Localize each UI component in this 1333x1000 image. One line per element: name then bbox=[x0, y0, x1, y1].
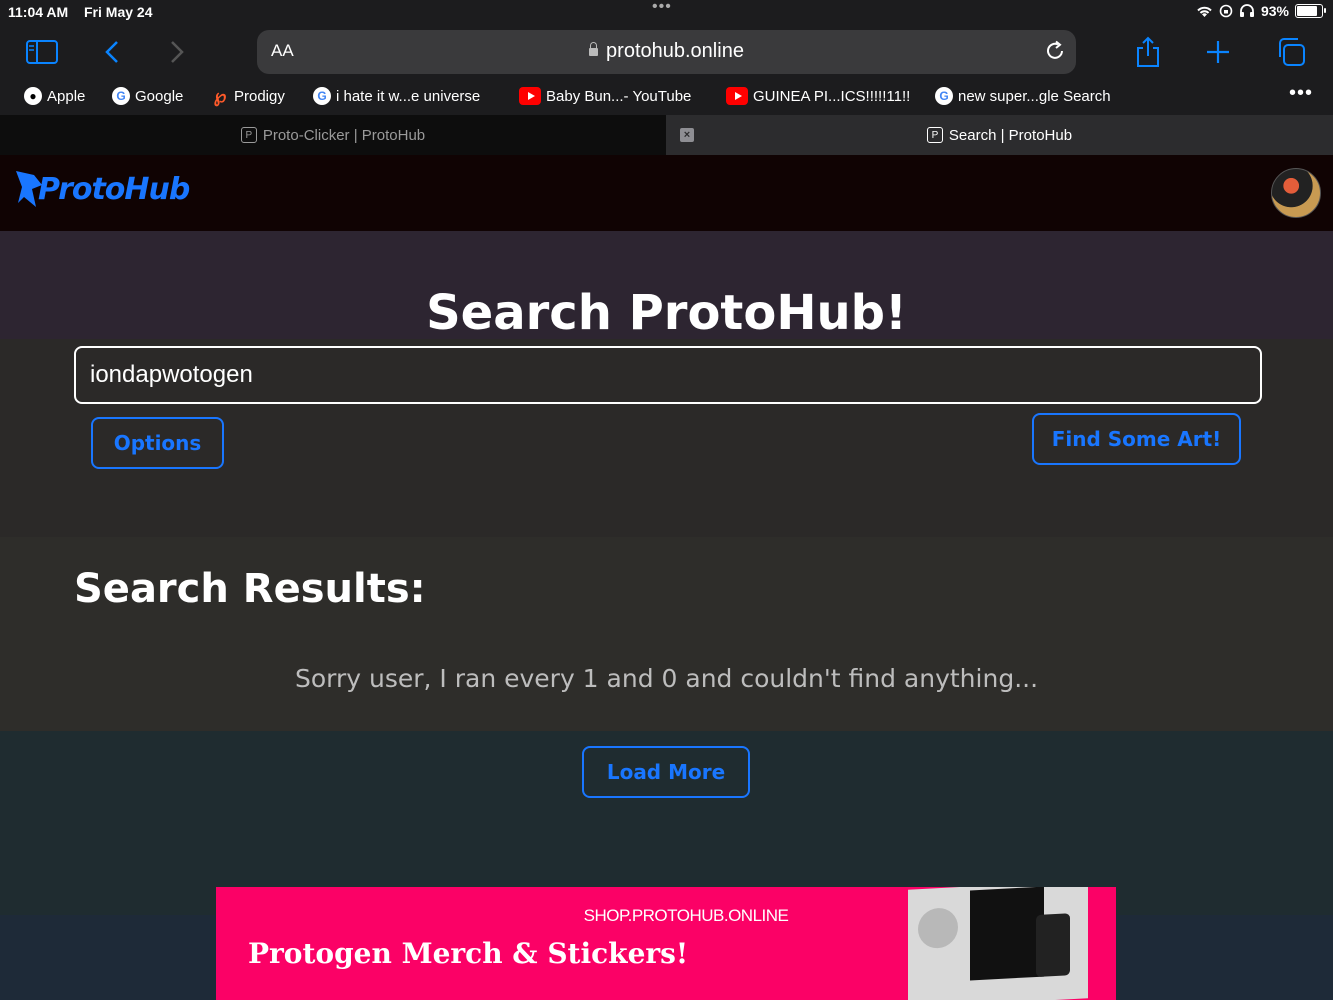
options-button[interactable]: Options bbox=[91, 417, 224, 469]
favorite-label: Baby Bun...- YouTube bbox=[546, 87, 692, 105]
url-text[interactable]: protohub.online bbox=[606, 40, 744, 62]
youtube-icon bbox=[726, 87, 748, 105]
orientation-lock-icon bbox=[1219, 4, 1233, 18]
favorites-bar: ● Apple G Google ℘ Prodigy Gi hate it w...e… bbox=[0, 80, 1333, 115]
status-bar: 11:04 AM Fri May 24 ••• 93% bbox=[0, 0, 1333, 26]
logo-text: ProtoHub bbox=[38, 171, 190, 207]
ad-product-photo bbox=[908, 887, 1088, 1000]
notebook-image bbox=[970, 887, 1044, 981]
google-icon: G bbox=[112, 87, 130, 105]
battery-icon bbox=[1295, 4, 1326, 18]
prodigy-icon: ℘ bbox=[213, 85, 227, 106]
apple-icon: ● bbox=[24, 87, 42, 105]
multitasking-icon[interactable]: ••• bbox=[652, 0, 672, 16]
favorite-new-super[interactable]: Gnew super...gle Search bbox=[935, 87, 1111, 105]
battery-percent: 93% bbox=[1260, 3, 1289, 19]
youtube-icon bbox=[519, 87, 541, 105]
favorite-label: i hate it w...e universe bbox=[336, 87, 481, 105]
favorite-label: Google bbox=[135, 87, 184, 105]
google-icon: G bbox=[935, 87, 953, 105]
more-icon[interactable]: ••• bbox=[1289, 82, 1313, 105]
favorite-label: Apple bbox=[47, 87, 86, 105]
tab-proto-clicker[interactable]: P Proto-Clicker | ProtoHub bbox=[0, 115, 666, 155]
tab-search[interactable]: P Search | ProtoHub bbox=[666, 115, 1333, 155]
no-results-message: Sorry user, I ran every 1 and 0 and coul… bbox=[294, 664, 1039, 693]
favorite-guinea-pics[interactable]: GUINEA PI...ICS!!!!!11!! bbox=[726, 87, 910, 105]
tab-label: Search | ProtoHub bbox=[948, 126, 1073, 144]
merch-ad-banner[interactable]: SHOP.PROTOHUB.ONLINE Protogen Merch & St… bbox=[216, 887, 1116, 1000]
site-logo[interactable]: ProtoHub bbox=[14, 167, 190, 211]
lock-icon bbox=[589, 42, 599, 56]
browser-toolbar: AA protohub.online bbox=[0, 26, 1333, 80]
google-icon: G bbox=[313, 87, 331, 105]
headphones-icon bbox=[1239, 4, 1254, 17]
favorite-google[interactable]: G Google bbox=[112, 87, 183, 105]
favorite-label: new super...gle Search bbox=[958, 87, 1111, 105]
favicon-icon: P bbox=[926, 127, 943, 143]
results-heading: Search Results: bbox=[74, 566, 426, 612]
favorite-label: Prodigy bbox=[234, 87, 285, 105]
back-icon[interactable] bbox=[92, 34, 132, 70]
favorite-universe[interactable]: Gi hate it w...e universe bbox=[313, 87, 480, 105]
find-art-button[interactable]: Find Some Art! bbox=[1032, 413, 1241, 465]
tab-label: Proto-Clicker | ProtoHub bbox=[262, 126, 426, 144]
favorite-label: GUINEA PI...ICS!!!!!11!! bbox=[753, 87, 911, 105]
search-input[interactable] bbox=[74, 346, 1262, 404]
sticker-roll-image bbox=[918, 907, 958, 950]
favorite-prodigy[interactable]: ℘ Prodigy bbox=[211, 85, 285, 106]
forward-icon[interactable] bbox=[157, 34, 197, 70]
ad-headline: Protogen Merch & Stickers! bbox=[248, 937, 689, 970]
status-date: Fri May 24 bbox=[84, 4, 153, 20]
share-icon[interactable] bbox=[1128, 34, 1168, 70]
tab-bar: P Proto-Clicker | ProtoHub P Search | Prot… bbox=[0, 115, 1333, 155]
status-time: 11:04 AM bbox=[8, 4, 69, 20]
user-avatar[interactable] bbox=[1271, 168, 1321, 218]
address-bar[interactable]: AA protohub.online bbox=[257, 30, 1076, 74]
favorite-baby-bun[interactable]: Baby Bun...- YouTube bbox=[519, 87, 691, 105]
load-more-button[interactable]: Load More bbox=[582, 746, 750, 798]
wifi-icon bbox=[1197, 6, 1212, 17]
new-tab-icon[interactable] bbox=[1198, 34, 1238, 70]
page-title: Search ProtoHub! bbox=[426, 285, 907, 341]
phone-case-image bbox=[1036, 913, 1070, 978]
sidebar-icon[interactable] bbox=[22, 34, 62, 70]
favorite-apple[interactable]: ● Apple bbox=[24, 87, 85, 105]
site-header: ProtoHub bbox=[0, 155, 1333, 231]
tabs-overview-icon[interactable] bbox=[1271, 34, 1311, 70]
reload-icon[interactable] bbox=[1044, 40, 1066, 67]
close-tab-icon[interactable]: × bbox=[680, 128, 694, 142]
favicon-icon: P bbox=[240, 127, 257, 143]
